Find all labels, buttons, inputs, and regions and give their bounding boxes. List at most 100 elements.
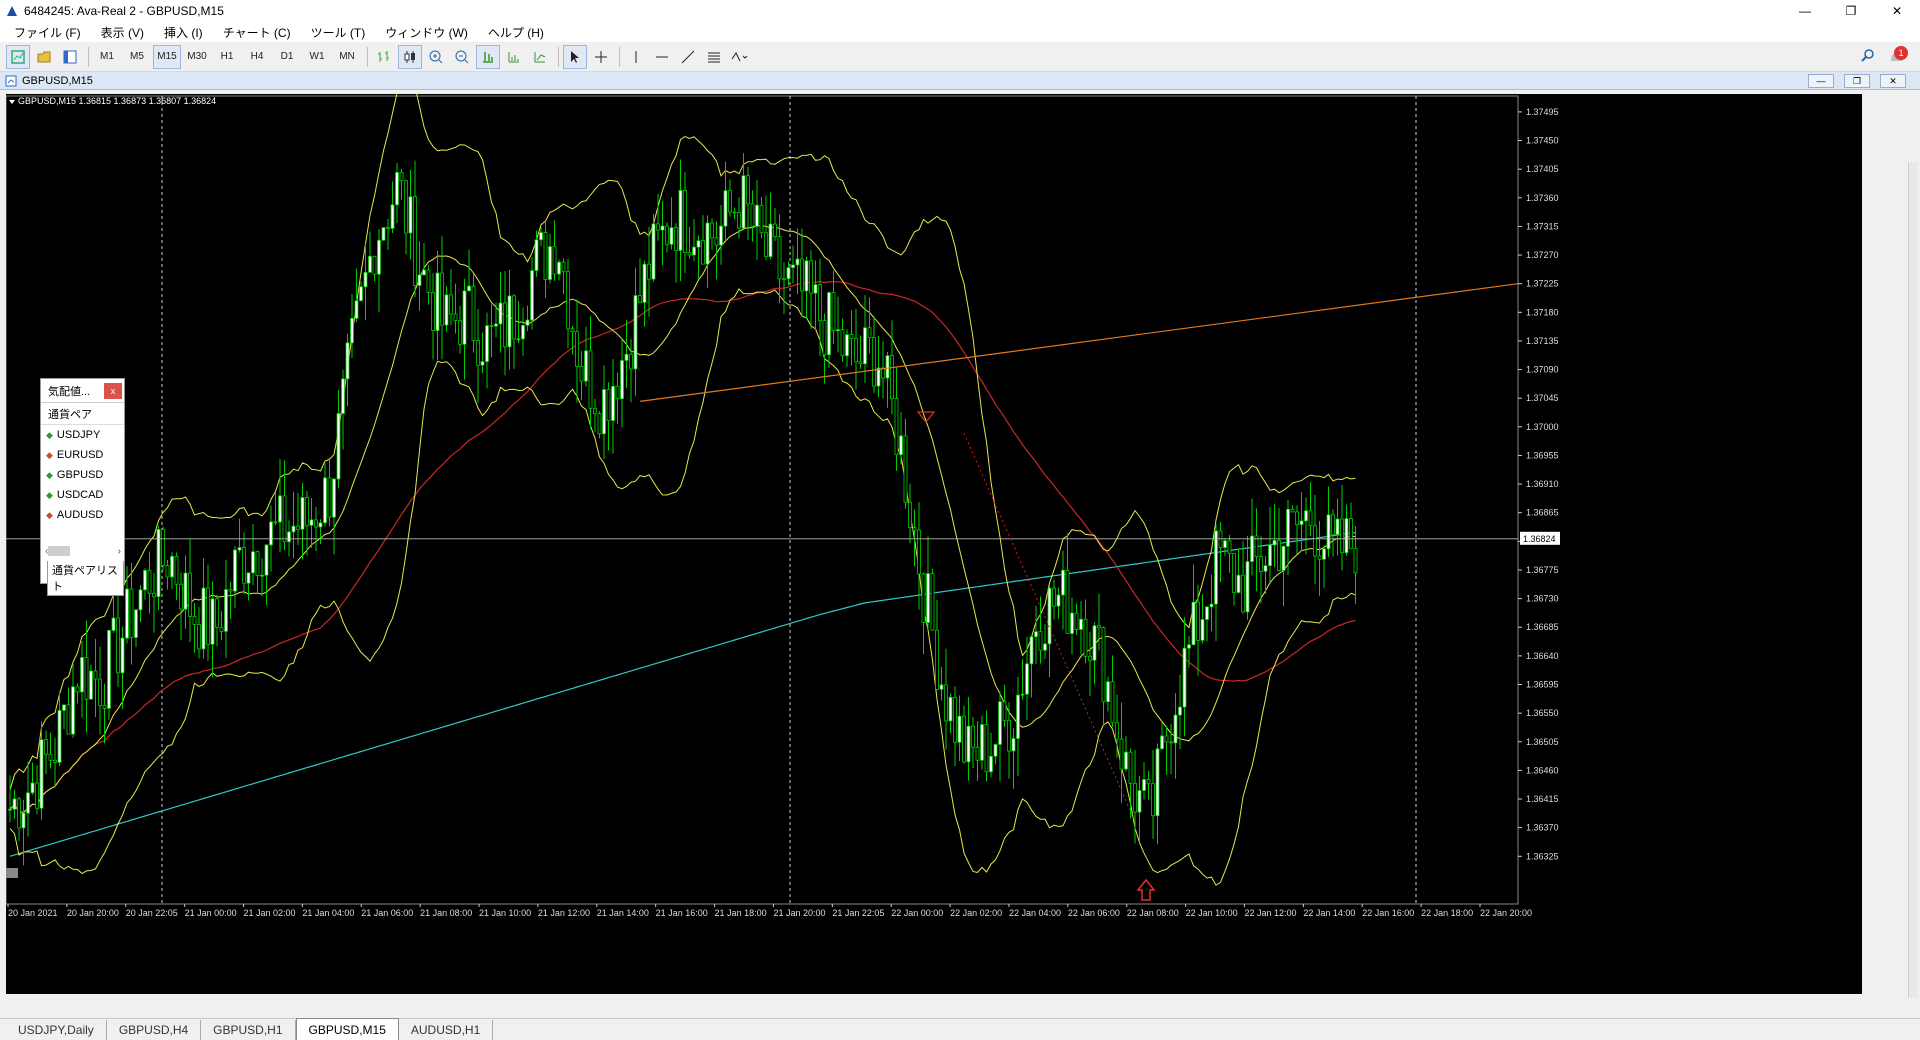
tab-symbols-list[interactable]: 通貨ペアリスト (47, 561, 124, 596)
candle-body (156, 529, 161, 598)
tab-usdjpy-daily[interactable]: USDJPY,Daily (6, 1020, 107, 1040)
timeframe-h1[interactable]: H1 (213, 45, 241, 69)
menu-view[interactable]: 表示 (V) (91, 24, 154, 41)
candle-body (1245, 561, 1250, 613)
symbol-label: AUDUSD (56, 509, 104, 521)
notification-badge[interactable]: 1 (1886, 46, 1908, 68)
cursor-icon[interactable] (563, 44, 587, 69)
chart-shift-icon[interactable] (502, 45, 526, 69)
market-watch-icon[interactable] (58, 45, 82, 69)
chart-minimize-button[interactable]: — (1808, 74, 1834, 88)
menu-insert[interactable]: 挿入 (I) (154, 24, 213, 41)
channel-icon[interactable] (702, 45, 726, 69)
candle-body (120, 637, 125, 674)
menu-help[interactable]: ヘルプ (H) (478, 24, 554, 41)
candle-body (521, 325, 525, 340)
minimize-button[interactable]: — (1782, 0, 1828, 22)
candle-body (57, 710, 62, 763)
timeframe-m5[interactable]: M5 (123, 45, 151, 69)
candle-body (1317, 555, 1322, 560)
tab-gbpusd-h4[interactable]: GBPUSD,H4 (107, 1020, 202, 1040)
horizontal-line-icon[interactable] (650, 45, 674, 69)
candle-body (566, 270, 570, 330)
tab-audusd-h1[interactable]: AUDUSD,H1 (399, 1020, 494, 1040)
toolbar-separator (558, 46, 559, 67)
candle-body (287, 531, 291, 543)
chart-restore-button[interactable]: ❐ (1844, 74, 1870, 88)
menu-window[interactable]: ウィンドウ (W) (375, 24, 478, 41)
search-icon[interactable] (1858, 46, 1878, 66)
timeframe-h4[interactable]: H4 (243, 45, 271, 69)
candle-body (480, 361, 485, 366)
chart-window-titlebar: GBPUSD,M15 — ❐ ✕ (0, 72, 1920, 90)
candle-body (1236, 574, 1241, 593)
vertical-line-icon[interactable] (624, 45, 648, 69)
timeframe-mn[interactable]: MN (333, 45, 361, 69)
tile-windows-icon[interactable] (476, 44, 500, 69)
market-watch-row-eurusd[interactable]: ◆ EURUSD (41, 445, 124, 465)
auto-scroll-icon[interactable] (528, 45, 552, 69)
market-watch-close-button[interactable]: x (104, 382, 122, 399)
profiles-icon[interactable] (32, 45, 56, 69)
candle-body (242, 547, 246, 584)
tab-gbpusd-h1[interactable]: GBPUSD,H1 (201, 1020, 296, 1040)
candle-body (174, 556, 179, 585)
time-tick-label: 20 Jan 20:00 (67, 908, 119, 918)
candle-body (944, 684, 948, 722)
candle-body (602, 389, 606, 435)
candle-body (363, 271, 368, 288)
tab-gbpusd-m15[interactable]: GBPUSD,M15 (295, 1018, 399, 1040)
candle-body (489, 325, 494, 328)
zoom-in-icon[interactable] (424, 45, 448, 69)
candle-body (516, 338, 521, 341)
chart-vertical-scrollbar[interactable] (1908, 162, 1918, 998)
trendline-icon[interactable] (676, 45, 700, 69)
market-watch-title: 気配値... (48, 385, 91, 398)
market-watch-column-header[interactable]: 通貨ペア (41, 403, 124, 425)
candle-body (1002, 701, 1007, 721)
candle-body (678, 189, 683, 251)
zoom-out-icon[interactable] (450, 45, 474, 69)
chart-icon (5, 75, 17, 87)
candle-body (921, 573, 926, 623)
candle-body (971, 725, 975, 748)
bar-chart-icon[interactable] (372, 45, 396, 69)
candle-body (327, 477, 332, 518)
timeframe-m1[interactable]: M1 (93, 45, 121, 69)
candle-body (930, 573, 935, 631)
objects-dropdown-icon[interactable] (728, 45, 752, 69)
candle-body (561, 261, 566, 272)
candle-body (494, 323, 498, 327)
restore-button[interactable]: ❐ (1828, 0, 1874, 22)
chevron-right-icon[interactable]: › (118, 546, 121, 557)
menu-file[interactable]: ファイル (F) (4, 24, 91, 41)
candlestick-icon[interactable] (398, 44, 422, 69)
timeframe-m15[interactable]: M15 (153, 44, 181, 69)
chart-tabs-bar: USDJPY,Daily GBPUSD,H4 GBPUSD,H1 GBPUSD,… (0, 1018, 1920, 1040)
timeframe-m30[interactable]: M30 (183, 45, 211, 69)
close-button[interactable]: ✕ (1874, 0, 1920, 22)
candle-body (350, 317, 354, 344)
market-watch-row-audusd[interactable]: ◆ AUDUSD (41, 505, 124, 525)
candle-body (188, 572, 192, 617)
candle-body (111, 617, 116, 631)
candle-body (1097, 625, 1101, 629)
candle-body (264, 544, 269, 576)
timeframe-d1[interactable]: D1 (273, 45, 301, 69)
scroll-thumb[interactable] (48, 546, 71, 556)
candle-body (440, 272, 444, 326)
chart-close-button[interactable]: ✕ (1880, 74, 1906, 88)
market-watch-row-usdcad[interactable]: ◆ USDCAD (41, 485, 124, 505)
new-chart-icon[interactable] (6, 44, 30, 69)
market-watch-row-gbpusd[interactable]: ◆ GBPUSD (41, 465, 124, 485)
candle-body (800, 258, 804, 292)
price-chart[interactable]: 1.37495 1.37450 1.37405 1.37360 1.37315 1.372… (6, 94, 1862, 994)
market-watch-hscrollbar[interactable]: ‹ › (45, 544, 121, 558)
crosshair-icon[interactable] (589, 45, 613, 69)
market-watch-row-usdjpy[interactable]: ◆ USDJPY (41, 425, 124, 445)
menu-tools[interactable]: ツール (T) (301, 24, 376, 41)
timeframe-w1[interactable]: W1 (303, 45, 331, 69)
symbol-label: USDJPY (56, 429, 101, 441)
menu-charts[interactable]: チャート (C) (213, 24, 301, 41)
price-tick-label: 1.36910 (1526, 479, 1559, 489)
